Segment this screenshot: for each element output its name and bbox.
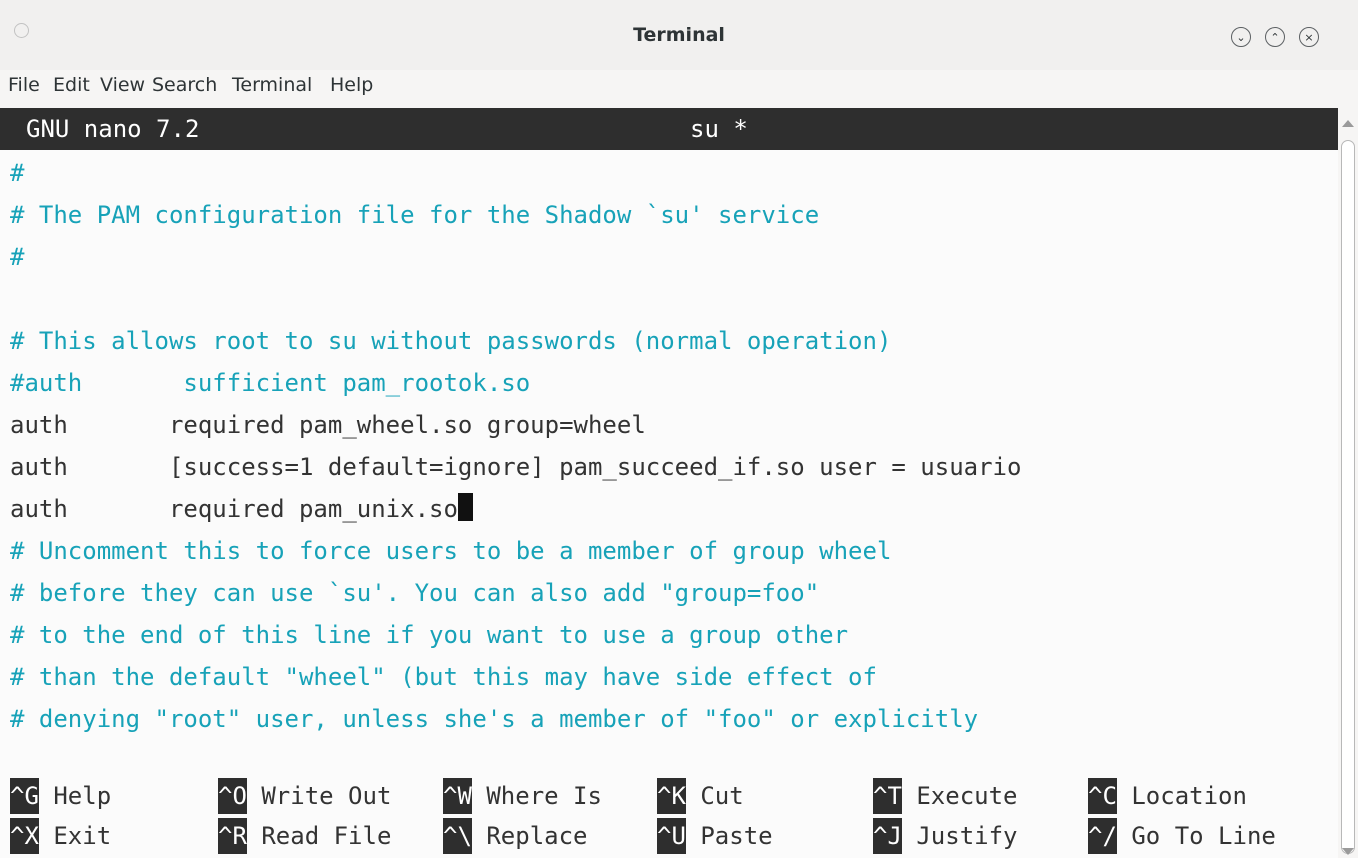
text-line-1[interactable]: #: [10, 152, 24, 194]
shortcut-key: ^X: [10, 818, 39, 854]
maximize-button[interactable]: ⌃: [1265, 27, 1285, 47]
shortcut-help[interactable]: ^G Help: [10, 778, 111, 814]
shortcut-key: ^R: [218, 818, 247, 854]
minimize-button[interactable]: ⌄: [1231, 27, 1251, 47]
shortcut-write-out[interactable]: ^O Write Out: [218, 778, 391, 814]
text-line-9-content: auth required pam_unix.so: [10, 495, 458, 523]
shortcut-label: Go To Line: [1131, 822, 1276, 850]
shortcut-key: ^\: [443, 818, 472, 854]
menu-search[interactable]: Search: [152, 74, 217, 96]
shortcut-label: Justify: [916, 822, 1018, 850]
text-line-3[interactable]: #: [10, 236, 24, 278]
shortcut-justify[interactable]: ^J Justify: [873, 818, 1018, 854]
scrollbar[interactable]: [1338, 108, 1358, 858]
shortcut-label: Write Out: [261, 782, 392, 810]
title-bar: Terminal ⌄ ⌃ ×: [0, 0, 1358, 70]
nano-version: GNU nano 7.2: [26, 115, 200, 143]
shortcut-replace[interactable]: ^\ Replace: [443, 818, 588, 854]
menu-view[interactable]: View: [100, 74, 145, 96]
scroll-down-arrow-icon[interactable]: [1342, 848, 1354, 855]
shortcut-key: ^C: [1088, 778, 1117, 814]
close-button[interactable]: ×: [1299, 27, 1319, 47]
shortcut-label: Replace: [486, 822, 588, 850]
terminal-area[interactable]: GNU nano 7.2 su * # # The PAM configurat…: [0, 108, 1338, 858]
shortcut-location[interactable]: ^C Location: [1088, 778, 1247, 814]
shortcut-label: Exit: [53, 822, 112, 850]
text-line-8[interactable]: auth [success=1 default=ignore] pam_succ…: [10, 446, 1021, 488]
text-line-2[interactable]: # The PAM configuration file for the Sha…: [10, 194, 819, 236]
menu-help[interactable]: Help: [330, 74, 373, 96]
text-line-10[interactable]: # Uncomment this to force users to be a …: [10, 530, 891, 572]
text-line-14[interactable]: # denying "root" user, unless she's a me…: [10, 698, 978, 740]
shortcut-exit[interactable]: ^X Exit: [10, 818, 111, 854]
shortcut-label: Read File: [261, 822, 392, 850]
shortcut-key: ^W: [443, 778, 472, 814]
text-line-11[interactable]: # before they can use `su'. You can also…: [10, 572, 819, 614]
scroll-up-arrow-icon[interactable]: [1342, 120, 1354, 127]
shortcut-key: ^O: [218, 778, 247, 814]
text-cursor: [457, 493, 473, 521]
shortcut-label: Paste: [700, 822, 773, 850]
shortcut-paste[interactable]: ^U Paste: [657, 818, 773, 854]
text-line-7[interactable]: auth required pam_wheel.so group=wheel: [10, 404, 646, 446]
text-line-6[interactable]: #auth sufficient pam_rootok.so: [10, 362, 530, 404]
shortcut-where-is[interactable]: ^W Where Is: [443, 778, 602, 814]
shortcut-key: ^T: [873, 778, 902, 814]
shortcut-key: ^K: [657, 778, 686, 814]
shortcut-key: ^G: [10, 778, 39, 814]
nano-filename: su *: [690, 115, 748, 143]
text-line-5[interactable]: # This allows root to su without passwor…: [10, 320, 891, 362]
window-title: Terminal: [633, 24, 725, 46]
menu-file[interactable]: File: [8, 74, 40, 96]
shortcut-label: Where Is: [486, 782, 602, 810]
shortcut-label: Help: [53, 782, 112, 810]
scrollbar-thumb[interactable]: [1341, 140, 1355, 854]
nano-header: GNU nano 7.2 su *: [0, 108, 1338, 150]
shortcut-label: Cut: [700, 782, 744, 810]
shortcut-execute[interactable]: ^T Execute: [873, 778, 1018, 814]
shortcut-cut[interactable]: ^K Cut: [657, 778, 744, 814]
shortcut-key: ^/: [1088, 818, 1117, 854]
shortcut-label: Execute: [916, 782, 1018, 810]
text-line-12[interactable]: # to the end of this line if you want to…: [10, 614, 848, 656]
shortcut-key: ^J: [873, 818, 902, 854]
shortcut-go-to-line[interactable]: ^/ Go To Line: [1088, 818, 1276, 854]
shortcut-label: Location: [1131, 782, 1247, 810]
shortcut-read-file[interactable]: ^R Read File: [218, 818, 391, 854]
text-line-13[interactable]: # than the default "wheel" (but this may…: [10, 656, 877, 698]
menu-edit[interactable]: Edit: [53, 74, 90, 96]
shortcut-key: ^U: [657, 818, 686, 854]
menu-terminal[interactable]: Terminal: [232, 74, 312, 96]
text-line-9[interactable]: auth required pam_unix.so: [10, 488, 473, 530]
